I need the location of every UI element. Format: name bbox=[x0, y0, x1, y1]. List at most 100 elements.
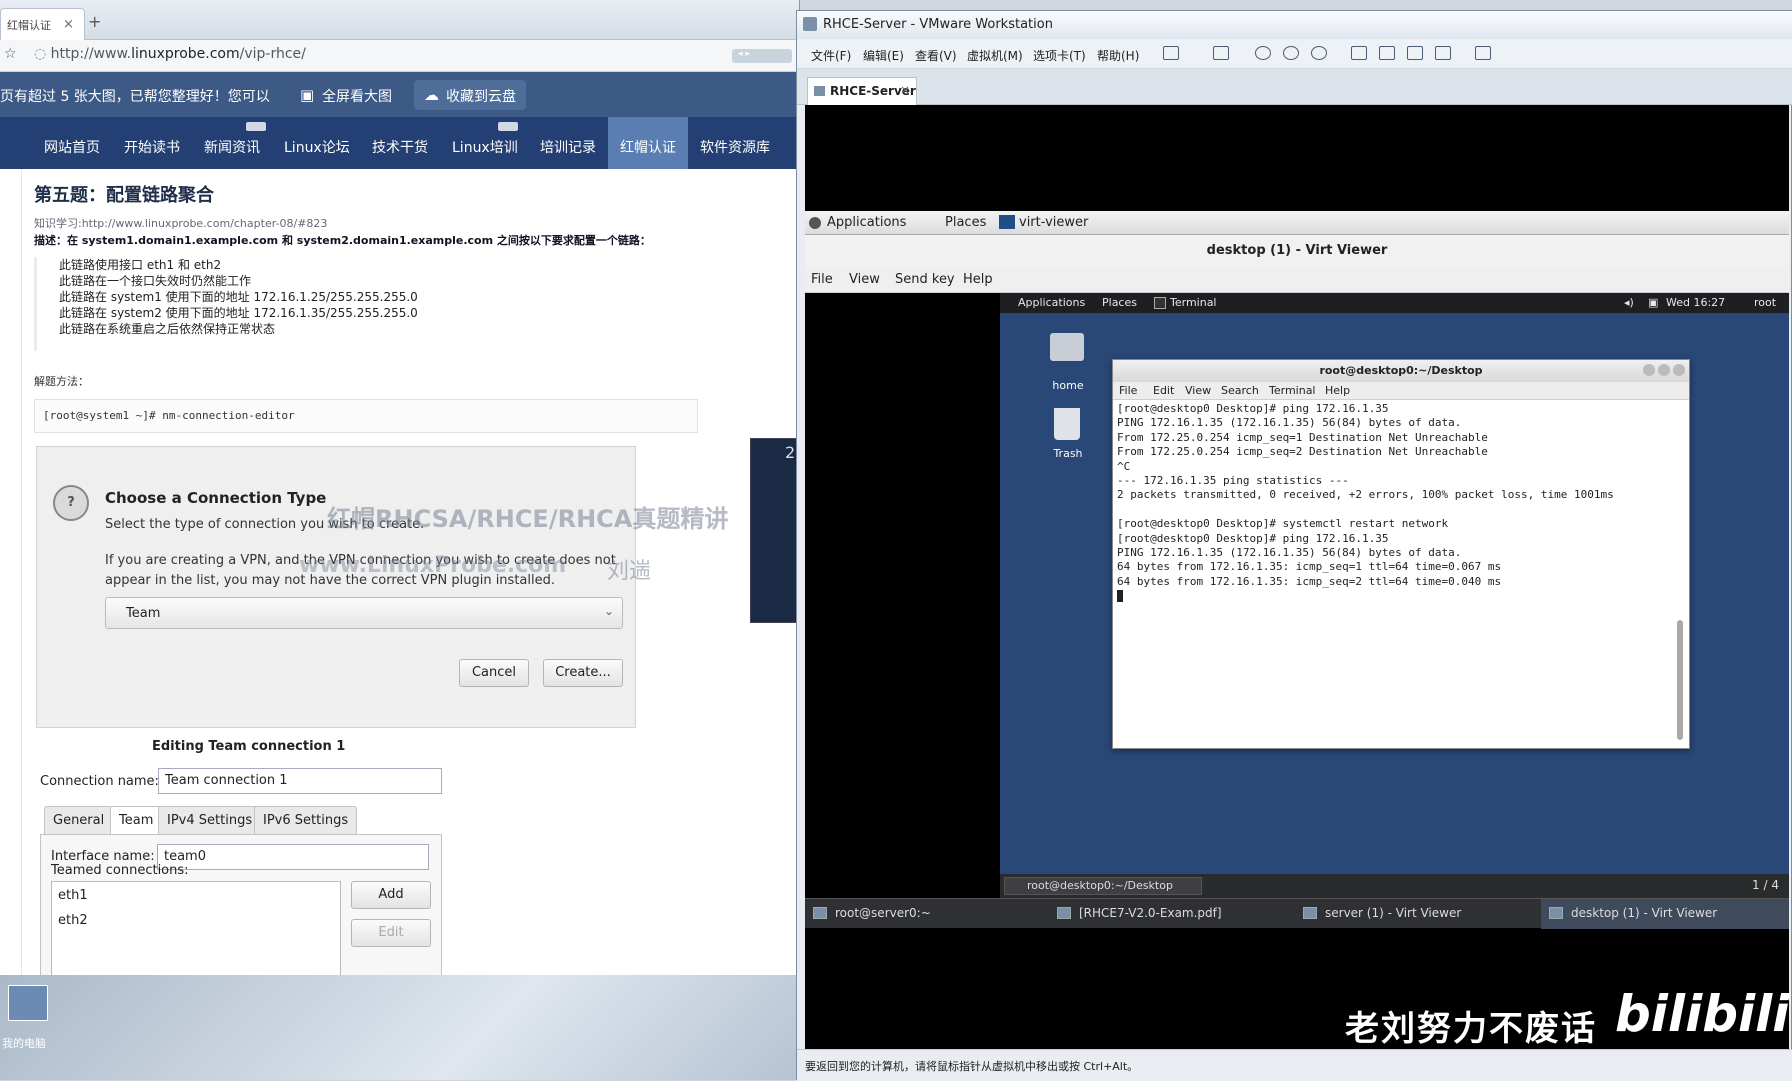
menu-file[interactable]: File bbox=[811, 272, 833, 287]
trash-icon[interactable] bbox=[1054, 408, 1080, 440]
menu-help[interactable]: Help bbox=[1325, 384, 1350, 397]
menu-edit[interactable]: 编辑(E) bbox=[863, 47, 904, 64]
revert-icon[interactable] bbox=[1283, 46, 1299, 60]
terminal-output[interactable]: [root@desktop0 Desktop]# ping 172.16.1.3… bbox=[1113, 400, 1689, 748]
menu-tabs[interactable]: 选项卡(T) bbox=[1033, 47, 1086, 64]
connection-name-input[interactable]: Team connection 1 bbox=[158, 768, 442, 794]
menu-view[interactable]: View bbox=[849, 272, 880, 287]
sidebar-icon[interactable] bbox=[1351, 46, 1367, 60]
menu-terminal[interactable]: Terminal bbox=[1269, 384, 1316, 397]
requirement-item: 此链路使用接口 eth1 和 eth2 bbox=[59, 258, 222, 272]
taskbar-item[interactable]: root@server0:~ bbox=[805, 899, 1049, 929]
maximize-icon[interactable] bbox=[1658, 364, 1670, 376]
guest-desktop[interactable]: Applications Places Terminal ◂) ▣ Wed 16… bbox=[1000, 293, 1789, 898]
user-menu[interactable]: root bbox=[1754, 296, 1776, 309]
menu-vm[interactable]: 虚拟机(M) bbox=[967, 47, 1023, 64]
pause-icon[interactable] bbox=[1163, 46, 1179, 60]
menu-send-key[interactable]: Send key bbox=[895, 272, 955, 287]
background-window[interactable]: 2 bbox=[750, 438, 800, 623]
terminal-window[interactable]: root@desktop0:~/Desktop File Edit View S… bbox=[1112, 359, 1690, 749]
close-icon[interactable]: × bbox=[900, 83, 910, 97]
close-icon[interactable]: × bbox=[63, 17, 74, 32]
menu-file[interactable]: 文件(F) bbox=[811, 47, 851, 64]
console-view-icon[interactable] bbox=[1475, 46, 1491, 60]
menu-file[interactable]: File bbox=[1119, 384, 1137, 397]
menu-view[interactable]: 查看(V) bbox=[915, 47, 957, 64]
connection-type-select[interactable]: Team ⌄ bbox=[105, 597, 623, 629]
terminal-menu[interactable]: Terminal bbox=[1170, 296, 1217, 309]
applications-menu[interactable]: Applications bbox=[827, 215, 906, 230]
url-field[interactable]: ◌ http://www.linuxprobe.com/vip-rhce/ bbox=[34, 46, 734, 66]
cancel-button[interactable]: Cancel bbox=[459, 659, 529, 687]
create-button[interactable]: Create... bbox=[543, 659, 623, 687]
tab-ipv4-settings[interactable]: IPv4 Settings bbox=[158, 806, 262, 834]
browser-tab-bar: 红帽认证 × + bbox=[0, 0, 799, 40]
computer-icon[interactable] bbox=[8, 985, 48, 1021]
nav-item-forum[interactable]: Linux论坛 bbox=[284, 117, 350, 169]
status-text: 要返回到您的计算机，请将鼠标指针从虚拟机中移出或按 Ctrl+Alt。 bbox=[805, 1060, 1139, 1073]
terminal-line: --- 172.16.1.35 ping statistics --- bbox=[1117, 474, 1349, 488]
tab-general[interactable]: General bbox=[44, 806, 114, 834]
app-menu[interactable]: virt-viewer bbox=[1019, 215, 1088, 230]
terminal-line: From 172.25.0.254 icmp_seq=2 Destination… bbox=[1117, 445, 1488, 459]
vm-console[interactable]: Applications Places virt-viewer desktop … bbox=[805, 105, 1789, 1067]
save-to-cloud-button[interactable]: ☁ 收藏到云盘 bbox=[414, 80, 526, 110]
terminal-title: root@desktop0:~/Desktop bbox=[1319, 364, 1483, 377]
taskbar-item[interactable]: desktop (1) - Virt Viewer bbox=[1541, 899, 1789, 929]
nav-item-tech[interactable]: 技术干货 bbox=[372, 117, 428, 169]
workspace-indicator[interactable]: 1 / 4 bbox=[1752, 878, 1779, 892]
star-icon[interactable]: ☆ bbox=[4, 46, 17, 62]
menu-view[interactable]: View bbox=[1185, 384, 1211, 397]
browser-tab[interactable]: 红帽认证 × bbox=[0, 8, 85, 40]
nav-item-news[interactable]: 新闻资讯 bbox=[204, 117, 266, 169]
nav-item-software[interactable]: 软件资源库 bbox=[700, 117, 770, 169]
volume-icon[interactable]: ◂) bbox=[1624, 296, 1634, 309]
menu-help[interactable]: 帮助(H) bbox=[1097, 47, 1139, 64]
tab-team[interactable]: Team bbox=[110, 806, 163, 835]
taskbar-item[interactable]: server (1) - Virt Viewer bbox=[1295, 899, 1541, 929]
menu-edit[interactable]: Edit bbox=[1153, 384, 1174, 397]
snapshot-icon[interactable] bbox=[1255, 46, 1271, 60]
virt-viewer-menu: File View Send key Help bbox=[805, 267, 1789, 293]
taskbar-item[interactable]: [RHCE7-V2.0-Exam.pdf] bbox=[1049, 899, 1295, 929]
home-folder-icon[interactable] bbox=[1050, 333, 1084, 361]
terminal-line: 2 packets transmitted, 0 received, +2 er… bbox=[1117, 488, 1614, 502]
thumbnail-icon[interactable] bbox=[1379, 46, 1395, 60]
nav-item-redhat-cert[interactable]: 红帽认证 bbox=[608, 117, 688, 169]
window-list-item[interactable]: root@desktop0:~/Desktop bbox=[1004, 877, 1202, 895]
fullscreen-icon[interactable] bbox=[1407, 46, 1423, 60]
list-item[interactable]: eth2 bbox=[58, 913, 88, 928]
minimize-icon[interactable] bbox=[1643, 364, 1655, 376]
add-button[interactable]: Add bbox=[351, 881, 431, 909]
menu-help[interactable]: Help bbox=[963, 272, 993, 287]
snapshot-manager-icon[interactable] bbox=[1311, 46, 1327, 60]
virt-viewer-title: desktop (1) - Virt Viewer bbox=[1206, 243, 1388, 258]
new-tab-button[interactable]: + bbox=[88, 12, 101, 31]
edit-button[interactable]: Edit bbox=[351, 919, 431, 947]
fullscreen-images-button[interactable]: ▣ 全屏看大图 bbox=[290, 80, 402, 110]
network-icon[interactable]: ▣ bbox=[1648, 296, 1658, 309]
clock[interactable]: Wed 16:27 bbox=[1666, 296, 1725, 309]
vm-tab[interactable]: RHCE-Server × bbox=[807, 77, 917, 105]
unity-icon[interactable] bbox=[1435, 46, 1451, 60]
send-keys-icon[interactable] bbox=[1213, 46, 1229, 60]
nav-item-home[interactable]: 网站首页 bbox=[44, 117, 100, 169]
nav-item-training[interactable]: Linux培训 bbox=[452, 117, 518, 169]
editor-title: Editing Team connection 1 bbox=[152, 739, 346, 754]
applications-menu[interactable]: Applications bbox=[1018, 296, 1085, 309]
tab-ipv6-settings[interactable]: IPv6 Settings bbox=[254, 806, 358, 834]
interface-name-input[interactable]: team0 bbox=[157, 844, 429, 870]
places-menu[interactable]: Places bbox=[1102, 296, 1137, 309]
places-menu[interactable]: Places bbox=[945, 215, 986, 230]
close-icon[interactable] bbox=[1673, 364, 1685, 376]
gnome-foot-icon bbox=[809, 217, 821, 229]
extension-icon[interactable]: ◂ ▸ bbox=[732, 49, 792, 63]
nav-item-reading[interactable]: 开始读书 bbox=[124, 117, 180, 169]
bilibili-logo: bilibili bbox=[1615, 985, 1790, 1043]
nav-item-records[interactable]: 培训记录 bbox=[540, 117, 596, 169]
study-link[interactable]: 知识学习:http://www.linuxprobe.com/chapter-0… bbox=[34, 215, 327, 231]
menu-search[interactable]: Search bbox=[1221, 384, 1259, 397]
list-item[interactable]: eth1 bbox=[58, 888, 88, 903]
watermark-url: www.LinuxProbe.com bbox=[299, 553, 567, 578]
scrollbar[interactable] bbox=[1677, 620, 1683, 740]
